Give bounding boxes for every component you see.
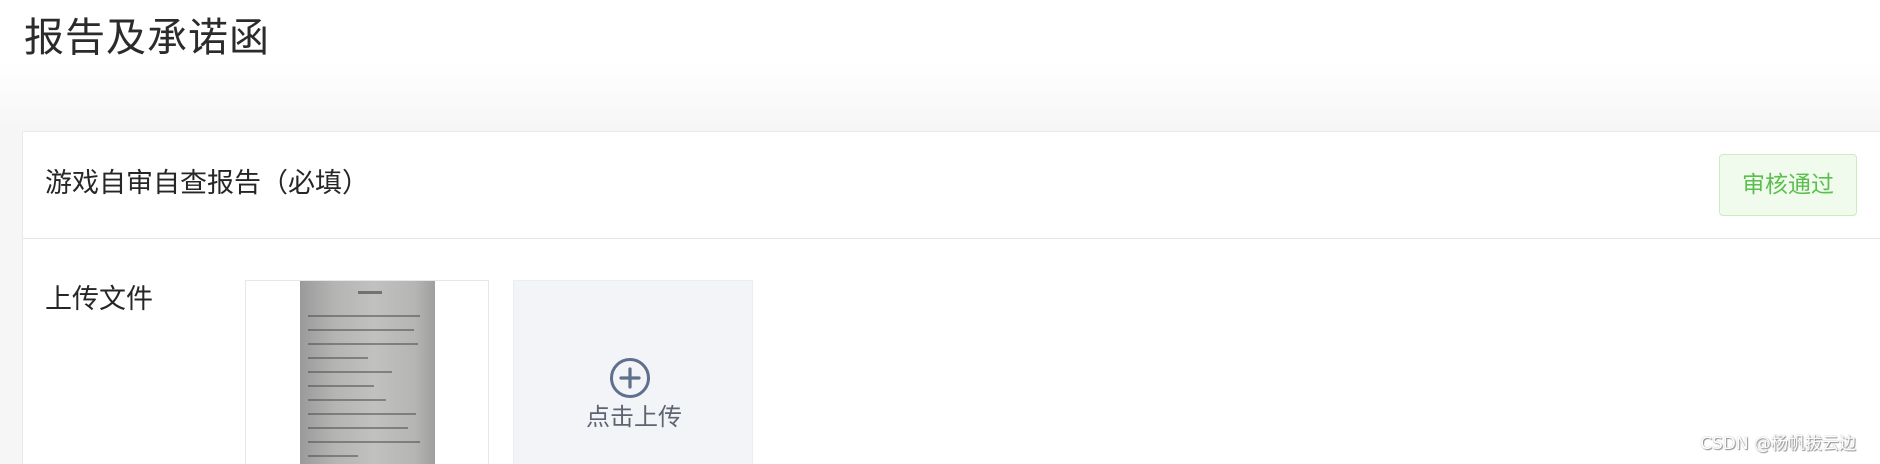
doc-line xyxy=(308,357,368,359)
upload-field-label: 上传文件 xyxy=(45,284,153,315)
doc-line xyxy=(308,371,392,373)
watermark: CSDN @杨帆拔云边 xyxy=(1700,434,1856,454)
uploaded-file-thumbnail[interactable] xyxy=(245,280,489,464)
status-badge: 审核通过 xyxy=(1719,154,1857,216)
report-card: 游戏自审自查报告（必填） 审核通过 上传文件 点击上传 xyxy=(22,131,1880,464)
doc-line xyxy=(308,343,418,345)
card-header: 游戏自审自查报告（必填） 审核通过 xyxy=(23,132,1880,239)
doc-line xyxy=(308,427,408,429)
doc-line xyxy=(308,441,420,443)
doc-line xyxy=(308,329,414,331)
doc-line xyxy=(308,413,416,415)
doc-line xyxy=(308,385,374,387)
doc-line xyxy=(308,315,420,317)
doc-heading-mark xyxy=(358,291,382,294)
page: 报告及承诺函 游戏自审自查报告（必填） 审核通过 上传文件 点击上传 CSDN … xyxy=(0,0,1880,464)
doc-line xyxy=(308,455,358,457)
upload-button[interactable]: 点击上传 xyxy=(513,280,753,464)
doc-line xyxy=(308,399,386,401)
upload-button-label: 点击上传 xyxy=(586,403,682,431)
plus-circle-icon xyxy=(610,358,650,398)
section-title: 游戏自审自查报告（必填） xyxy=(45,168,369,199)
page-title: 报告及承诺函 xyxy=(24,15,270,61)
document-photo xyxy=(300,281,435,464)
